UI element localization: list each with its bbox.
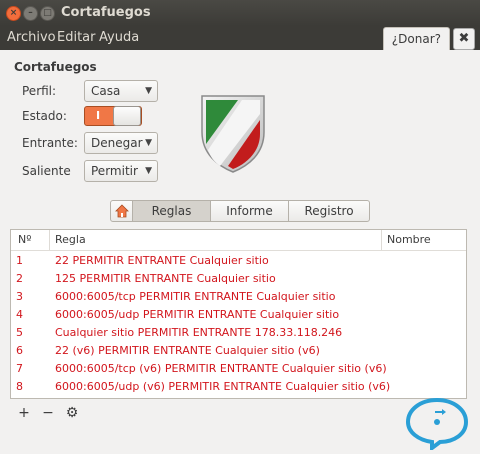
remove-rule-button[interactable]: − <box>39 404 57 422</box>
table-header: Nº Regla Nombre <box>11 230 466 251</box>
gear-icon: ⚙ <box>65 405 79 421</box>
close-window-button[interactable]: × <box>6 6 21 21</box>
rule-text: 6000:6005/udp (v6) PERMITIR ENTRANTE Cua… <box>55 380 391 393</box>
table-row[interactable]: 3 6000:6005/tcp PERMITIR ENTRANTE Cualqui… <box>11 288 466 306</box>
saliente-value: Permitir <box>91 164 138 178</box>
home-icon <box>114 204 129 218</box>
chevron-down-icon: ▼ <box>145 138 152 148</box>
donate-button[interactable]: ¿Donar? <box>382 27 450 50</box>
window-title: Cortafuegos <box>61 5 151 20</box>
watermark-logo <box>405 397 469 450</box>
chevron-down-icon: ▼ <box>145 86 152 96</box>
main-content: Cortafuegos Perfil: Casa ▼ Estado: I Ent… <box>0 50 480 454</box>
table-row[interactable]: 4 6000:6005/udp PERMITIR ENTRANTE Cualqui… <box>11 306 466 324</box>
tab-home[interactable] <box>111 201 133 221</box>
tab-registro[interactable]: Registro <box>289 201 369 221</box>
minimize-window-button[interactable]: – <box>23 6 38 21</box>
column-separator <box>49 230 50 250</box>
view-tabs: Reglas Informe Registro <box>110 200 370 222</box>
table-row[interactable]: 5 Cualquier sitio PERMITIR ENTRANTE 178.3… <box>11 324 466 342</box>
menu-ayuda[interactable]: Ayuda <box>99 30 139 45</box>
section-title: Cortafuegos <box>14 60 97 74</box>
rule-number: 7 <box>16 362 23 375</box>
rule-text: Cualquier sitio PERMITIR ENTRANTE 178.33… <box>55 326 343 339</box>
close-icon: ✖ <box>458 31 470 46</box>
table-row[interactable]: 8 6000:6005/udp (v6) PERMITIR ENTRANTE Cu… <box>11 378 466 396</box>
column-separator <box>381 230 382 250</box>
rule-text: 22 PERMITIR ENTRANTE Cualquier sitio <box>55 254 269 267</box>
rule-text: 6000:6005/tcp (v6) PERMITIR ENTRANTE Cua… <box>55 362 387 375</box>
estado-label: Estado: <box>22 109 67 123</box>
maximize-window-button[interactable]: □ <box>40 6 55 21</box>
rule-text: 125 PERMITIR ENTRANTE Cualquier sitio <box>55 272 276 285</box>
chevron-down-icon: ▼ <box>145 166 152 176</box>
rule-text: 6000:6005/udp PERMITIR ENTRANTE Cualquie… <box>55 308 340 321</box>
perfil-label: Perfil: <box>22 84 57 98</box>
menu-archivo[interactable]: Archivo <box>7 30 56 45</box>
saliente-label: Saliente <box>22 164 71 178</box>
close-donate-button[interactable]: ✖ <box>453 28 475 50</box>
edit-rule-button[interactable]: ⚙ <box>63 404 81 422</box>
add-rule-button[interactable]: + <box>15 404 33 422</box>
col-header-regla[interactable]: Regla <box>55 233 86 246</box>
table-row[interactable]: 1 22 PERMITIR ENTRANTE Cualquier sitio <box>11 252 466 270</box>
toggle-knob[interactable] <box>113 106 141 126</box>
col-header-num[interactable]: Nº <box>18 233 31 246</box>
firewall-shield-icon <box>201 95 265 173</box>
rule-text: 22 (v6) PERMITIR ENTRANTE Cualquier siti… <box>55 344 320 357</box>
col-header-nombre[interactable]: Nombre <box>387 233 431 246</box>
perfil-select[interactable]: Casa ▼ <box>84 80 158 102</box>
rule-number: 4 <box>16 308 23 321</box>
menu-editar[interactable]: Editar <box>57 30 96 45</box>
rule-number: 5 <box>16 326 23 339</box>
rule-text: 6000:6005/tcp PERMITIR ENTRANTE Cualquie… <box>55 290 336 303</box>
rules-table: Nº Regla Nombre 1 22 PERMITIR ENTRANTE Cu… <box>10 229 467 399</box>
entrante-label: Entrante: <box>22 136 78 150</box>
table-row[interactable]: 7 6000:6005/tcp (v6) PERMITIR ENTRANTE Cu… <box>11 360 466 378</box>
entrante-select[interactable]: Denegar ▼ <box>84 132 158 154</box>
rule-number: 6 <box>16 344 23 357</box>
tab-informe[interactable]: Informe <box>211 201 289 221</box>
saliente-select[interactable]: Permitir ▼ <box>84 160 158 182</box>
tab-reglas[interactable]: Reglas <box>133 201 211 221</box>
rule-number: 1 <box>16 254 23 267</box>
entrante-value: Denegar <box>91 136 143 150</box>
table-row[interactable]: 2 125 PERMITIR ENTRANTE Cualquier sitio <box>11 270 466 288</box>
rule-number: 2 <box>16 272 23 285</box>
window-titlebar: × – □ Cortafuegos <box>0 0 480 26</box>
estado-toggle[interactable]: I <box>84 106 142 126</box>
rule-number: 8 <box>16 380 23 393</box>
table-row[interactable]: 6 22 (v6) PERMITIR ENTRANTE Cualquier sit… <box>11 342 466 360</box>
perfil-value: Casa <box>91 84 121 98</box>
toggle-on-indicator: I <box>95 109 101 122</box>
rule-number: 3 <box>16 290 23 303</box>
